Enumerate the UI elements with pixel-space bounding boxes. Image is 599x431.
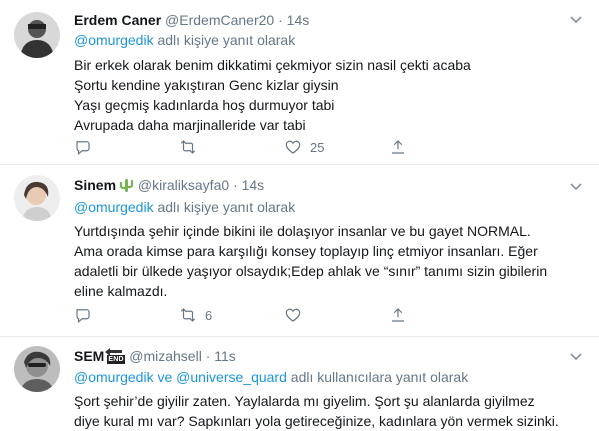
retweet-button[interactable]: 6 xyxy=(179,306,284,324)
chevron-down-icon xyxy=(570,16,582,24)
reply-context-text: adlı kişiye yanıt olarak xyxy=(153,199,296,215)
share-icon xyxy=(392,308,404,322)
avatar-image xyxy=(14,175,60,221)
reply-context: @omurgedik adlı kişiye yanıt olarak xyxy=(74,31,585,50)
separator-dot: · xyxy=(205,348,211,364)
tweet-header: Erdem Caner @ErdemCaner20 · 14s xyxy=(74,10,585,30)
share-button[interactable] xyxy=(389,306,494,324)
retweet-count: 6 xyxy=(205,307,213,323)
separator-dot: · xyxy=(233,177,238,193)
tweet-text: Şort şehir’de giyilir zaten. Yaylalarda … xyxy=(74,391,585,431)
heart-icon xyxy=(285,308,301,322)
reply-button[interactable] xyxy=(74,306,179,324)
tweet-text-line: adaletli bir ülkede yaşıyor olsaydık;Ede… xyxy=(74,263,548,279)
chevron-down-icon xyxy=(570,353,582,361)
share-button[interactable] xyxy=(389,138,494,156)
tweet-text-line: Ama orada kimse para karşılığı konsey to… xyxy=(74,243,538,259)
display-name[interactable]: Sinem xyxy=(74,177,116,193)
more-options-button[interactable] xyxy=(569,179,583,193)
avatar[interactable] xyxy=(14,12,60,58)
tweet-actions: 25 xyxy=(74,137,494,157)
tweet-text: Bir erkek olarak benim dikkatimi çekmiyo… xyxy=(74,55,585,135)
retweet-icon xyxy=(180,140,196,154)
avatar-image xyxy=(14,12,60,58)
like-count: 25 xyxy=(310,139,325,155)
more-options-button[interactable] xyxy=(569,12,583,26)
avatar[interactable] xyxy=(14,346,60,392)
like-button[interactable] xyxy=(284,306,389,324)
separator-dot: · xyxy=(278,12,283,28)
retweet-button[interactable] xyxy=(179,138,284,156)
cactus-emoji-icon xyxy=(118,177,134,198)
reply-button[interactable] xyxy=(74,138,179,156)
display-name[interactable]: Erdem Caner xyxy=(74,12,161,28)
tweet-2[interactable]: Sinem @kiraliksayfa0 · 14s @omurgedik ad… xyxy=(0,165,599,337)
timestamp[interactable]: 11s xyxy=(214,348,236,364)
timestamp[interactable]: 14s xyxy=(242,177,265,193)
end-badge-text: END xyxy=(107,355,125,364)
reply-context: @omurgedik adlı kişiye yanıt olarak xyxy=(74,198,585,217)
tweet-1[interactable]: Erdem Caner @ErdemCaner20 · 14s @omurged… xyxy=(0,0,599,165)
retweet-icon xyxy=(180,308,196,322)
heart-icon xyxy=(285,140,301,154)
reply-context-text: adlı kullanıcılara yanıt olarak xyxy=(286,369,469,385)
tweet-text-line: Yurtdışında şehir içinde bikini ile dola… xyxy=(74,223,531,239)
mention-link[interactable]: @omurgedik xyxy=(74,32,154,48)
reply-context-text: adlı kişiye yanıt olarak xyxy=(153,32,296,48)
tweet-text-line: diye kural mı var? Sapkınları yola getir… xyxy=(74,413,559,429)
reply-icon xyxy=(76,141,90,155)
tweet-text: Yurtdışında şehir içinde bikini ile dola… xyxy=(74,221,585,301)
tweet-text-line: Yaşı geçmiş kadınlarda hoş durmuyor tabi xyxy=(74,97,335,113)
tweet-text-line: Bir erkek olarak benim dikkatimi çekmiyo… xyxy=(74,57,471,73)
display-name[interactable]: SEM xyxy=(74,348,104,364)
reply-icon xyxy=(76,309,90,323)
reply-context: @omurgedik ve @universe_quard adlı kulla… xyxy=(74,368,585,387)
mention-link[interactable]: @universe_quard xyxy=(176,369,287,385)
more-options-button[interactable] xyxy=(569,349,583,363)
tweet-actions: 6 xyxy=(74,305,494,325)
tweet-text-line: eline kalmazdı. xyxy=(74,283,168,299)
username[interactable]: @mizahsell xyxy=(129,348,202,364)
end-arrow-emoji-icon: END xyxy=(105,348,125,365)
tweet-text-line: Şortu kendine yakıştıran Genc kizlar giy… xyxy=(74,77,339,93)
mention-link[interactable]: @omurgedik xyxy=(74,369,154,385)
avatar[interactable] xyxy=(14,175,60,221)
tweet-3[interactable]: SEM END @mizahsell · 11s @omurgedik ve @u… xyxy=(0,337,599,429)
reply-context-joiner: ve xyxy=(153,369,177,385)
tweet-header: SEM END @mizahsell · 11s xyxy=(74,346,585,366)
mention-link[interactable]: @omurgedik xyxy=(74,199,154,215)
timestamp[interactable]: 14s xyxy=(287,12,310,28)
like-button[interactable]: 25 xyxy=(284,138,389,156)
tweet-header: Sinem @kiraliksayfa0 · 14s xyxy=(74,175,585,195)
username[interactable]: @kiraliksayfa0 xyxy=(138,177,229,193)
username[interactable]: @ErdemCaner20 xyxy=(165,12,274,28)
share-icon xyxy=(392,140,404,154)
tweet-text-line: Şort şehir’de giyilir zaten. Yaylalarda … xyxy=(74,393,535,409)
chevron-down-icon xyxy=(570,183,582,191)
avatar-image xyxy=(14,346,60,392)
tweet-text-line: Avrupada daha marjinalleride var tabi xyxy=(74,117,306,133)
